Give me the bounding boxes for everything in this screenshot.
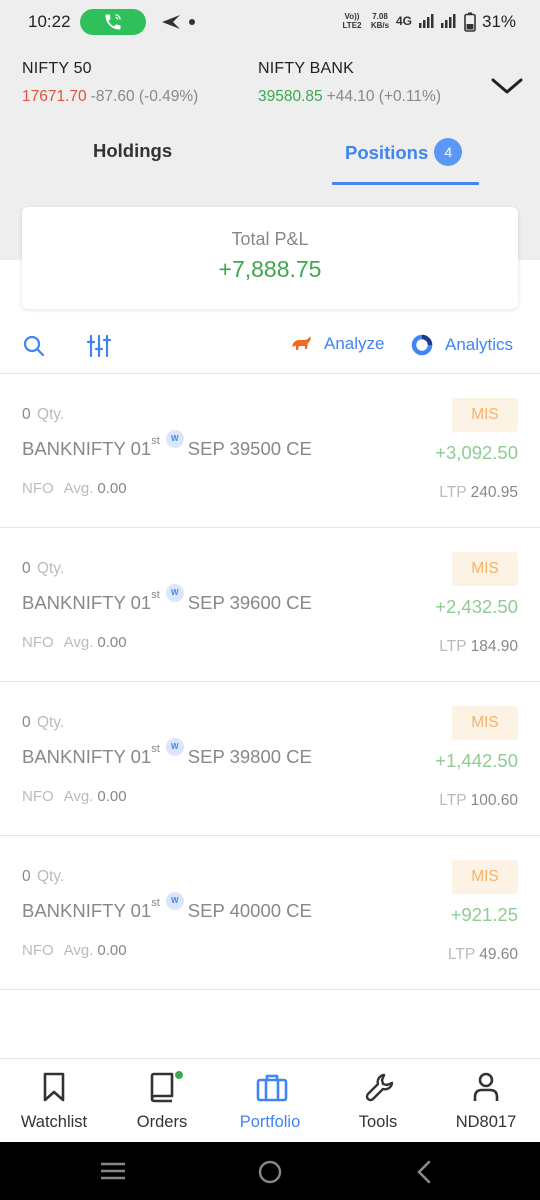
position-instrument: BANKNIFTY 01st W SEP 39800 CE xyxy=(22,738,312,768)
position-pnl: +1,442.50 xyxy=(435,750,518,771)
briefcase-icon xyxy=(256,1074,288,1102)
positions-count-badge: 4 xyxy=(434,138,463,166)
product-badge: MIS xyxy=(452,552,518,586)
position-instrument: BANKNIFTY 01st W SEP 39500 CE xyxy=(22,430,312,460)
nav-label: Portfolio xyxy=(239,1113,301,1131)
bookmark-icon xyxy=(43,1072,65,1102)
index-name: NIFTY 50 xyxy=(22,60,92,77)
status-time: 10:22 xyxy=(28,12,71,31)
total-pnl-card: Total P&L +7,888.75 xyxy=(22,207,518,309)
position-ltp: LTP 49.60 xyxy=(447,946,518,963)
book-icon xyxy=(150,1072,174,1103)
tab-positions[interactable]: Positions 4 xyxy=(345,138,463,168)
portfolio-tabs: Holdings Positions 4 xyxy=(0,132,540,185)
weekly-expiry-icon: W xyxy=(165,430,184,448)
nav-watchlist[interactable]: Watchlist xyxy=(0,1059,108,1143)
position-pnl: +921.25 xyxy=(450,904,518,925)
ongoing-call-pill[interactable] xyxy=(80,9,146,35)
product-badge: MIS xyxy=(452,398,518,432)
back-icon[interactable] xyxy=(414,1159,434,1185)
analytics-ring-icon xyxy=(411,334,433,356)
orders-notification-dot xyxy=(174,1070,184,1080)
analytics-button[interactable]: Analytics xyxy=(411,334,513,356)
position-instrument: BANKNIFTY 01st W SEP 39600 CE xyxy=(22,584,312,614)
battery-icon xyxy=(464,12,476,32)
index-change: -87.60 (-0.49%) xyxy=(90,88,199,105)
position-row[interactable]: 0 Qty. BANKNIFTY 01st W SEP 40000 CE NFO Av… xyxy=(0,836,540,990)
filter-sliders-icon[interactable] xyxy=(86,333,112,359)
index-nifty-bank[interactable]: NIFTY BANK 39580.85 +44.10 (+0.11%) xyxy=(258,60,441,106)
volte-indicator: Vo)) LTE2 xyxy=(342,12,362,30)
position-row[interactable]: 0 Qty. BANKNIFTY 01st W SEP 39800 CE NFO Av… xyxy=(0,682,540,836)
position-ltp: LTP 240.95 xyxy=(439,484,518,501)
nav-portfolio[interactable]: Portfolio xyxy=(216,1059,324,1143)
total-pnl-label: Total P&L xyxy=(231,229,309,249)
status-indicators: Vo)) LTE2 7.08 KB/s 4G 31% xyxy=(340,0,540,44)
position-meta: NFO Avg. 0.00 xyxy=(22,788,127,805)
analyze-label: Analyze xyxy=(324,334,385,353)
position-row[interactable]: 0 Qty. BANKNIFTY 01st W SEP 39600 CE NFO Av… xyxy=(0,528,540,682)
user-icon xyxy=(473,1072,499,1101)
nav-account[interactable]: ND8017 xyxy=(432,1059,540,1143)
nav-tools[interactable]: Tools xyxy=(324,1059,432,1143)
signal-strength-icon xyxy=(441,14,456,28)
index-name: NIFTY BANK xyxy=(258,60,354,77)
network-speed: 7.08 KB/s xyxy=(370,12,390,30)
tab-holdings[interactable]: Holdings xyxy=(93,140,172,162)
index-change: +44.10 (+0.11%) xyxy=(326,88,441,105)
index-nifty-50[interactable]: NIFTY 50 17671.70 -87.60 (-0.49%) xyxy=(22,60,198,106)
analyze-button[interactable]: Analyze xyxy=(290,334,384,354)
position-row[interactable]: 0 Qty. BANKNIFTY 01st W SEP 39500 CE NFO Av… xyxy=(0,374,540,528)
active-tab-indicator xyxy=(332,182,479,185)
signal-strength-icon xyxy=(419,14,434,28)
position-meta: NFO Avg. 0.00 xyxy=(22,942,127,959)
position-meta: NFO Avg. 0.00 xyxy=(22,634,127,651)
position-qty: 0 Qty. xyxy=(22,560,65,577)
nav-label: Orders xyxy=(136,1113,188,1131)
position-pnl: +2,432.50 xyxy=(435,596,518,617)
total-pnl-value: +7,888.75 xyxy=(218,256,322,282)
network-type: 4G xyxy=(396,14,413,28)
product-badge: MIS xyxy=(452,706,518,740)
search-icon[interactable] xyxy=(22,334,46,358)
position-instrument: BANKNIFTY 01st W SEP 40000 CE xyxy=(22,892,312,922)
position-ltp: LTP 100.60 xyxy=(439,792,518,809)
system-navigation-bar xyxy=(0,1142,540,1200)
status-bar: 10:22 Vo)) LTE2 7.08 KB/s 4G 31% xyxy=(0,0,540,44)
nav-label: ND8017 xyxy=(455,1113,517,1131)
phone-call-icon xyxy=(105,14,121,30)
recent-apps-icon[interactable] xyxy=(100,1159,126,1183)
weekly-expiry-icon: W xyxy=(165,892,184,910)
index-value: 17671.70 xyxy=(22,88,87,105)
index-value: 39580.85 xyxy=(258,88,323,105)
positions-toolbar: Analyze Analytics xyxy=(0,322,540,374)
nav-label: Tools xyxy=(358,1113,398,1131)
notification-dot-icon xyxy=(189,19,195,25)
home-icon[interactable] xyxy=(257,1159,283,1185)
bottom-navigation: Watchlist Orders Portfolio Tools ND8017 xyxy=(0,1058,540,1142)
position-ltp: LTP 184.90 xyxy=(439,638,518,655)
navigation-arrow-icon xyxy=(162,15,180,29)
position-qty: 0 Qty. xyxy=(22,714,65,731)
bull-icon xyxy=(292,336,311,350)
position-meta: NFO Avg. 0.00 xyxy=(22,480,127,497)
nav-label: Watchlist xyxy=(20,1113,88,1131)
chevron-down-icon[interactable] xyxy=(490,74,524,98)
analytics-label: Analytics xyxy=(445,335,514,354)
weekly-expiry-icon: W xyxy=(165,738,184,756)
nav-orders[interactable]: Orders xyxy=(108,1059,216,1143)
position-pnl: +3,092.50 xyxy=(435,442,518,463)
battery-percent: 31% xyxy=(482,12,517,31)
weekly-expiry-icon: W xyxy=(165,584,184,602)
wrench-icon xyxy=(365,1073,394,1102)
position-qty: 0 Qty. xyxy=(22,406,65,423)
position-qty: 0 Qty. xyxy=(22,868,65,885)
product-badge: MIS xyxy=(452,860,518,894)
